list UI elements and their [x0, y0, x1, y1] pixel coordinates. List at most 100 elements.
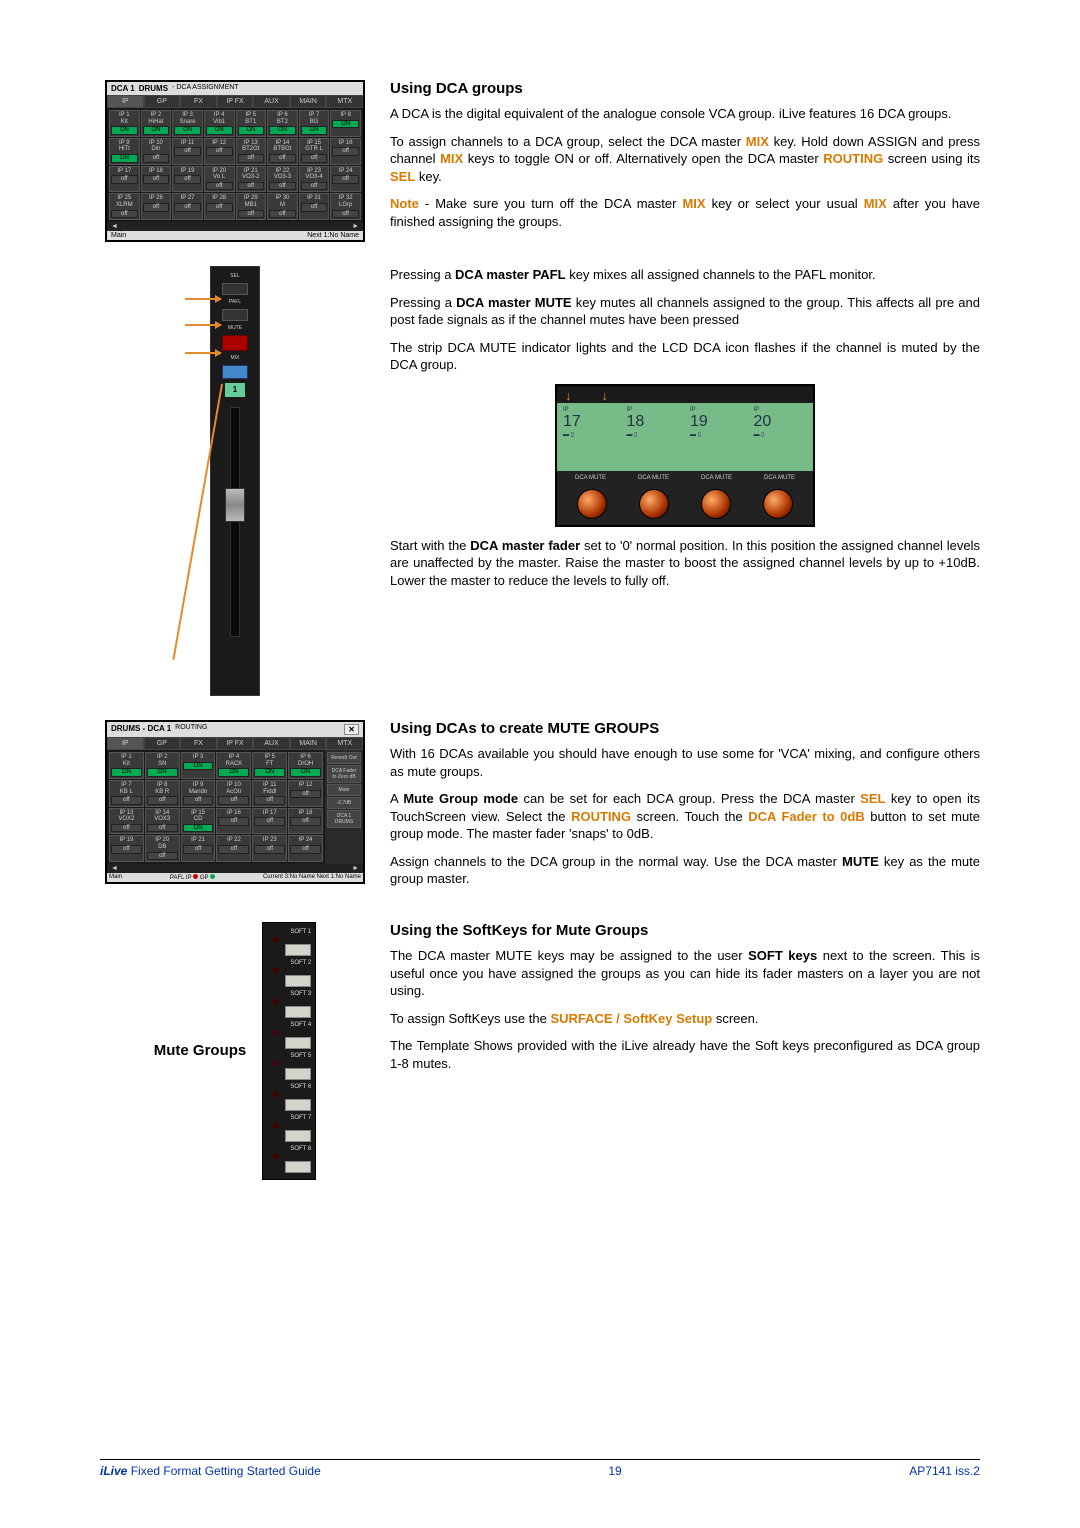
tab-ip[interactable]: IP: [107, 95, 144, 108]
channel-cell[interactable]: IP 19off: [109, 835, 144, 862]
tab-mtx[interactable]: MTX: [326, 95, 363, 108]
channel-cell[interactable]: IP 26off: [141, 193, 172, 220]
channel-cell[interactable]: IP 14VOX3off: [145, 808, 180, 835]
tab-ipfx[interactable]: IP FX: [217, 95, 254, 108]
channel-cell[interactable]: IP 20DBoff: [145, 835, 180, 862]
channel-cell[interactable]: IP 8KB Roff: [145, 780, 180, 807]
tab-fx[interactable]: FX: [180, 737, 217, 750]
channel-cell[interactable]: IP 23off: [252, 835, 287, 862]
channel-cell[interactable]: IP 22off: [216, 835, 251, 862]
channel-cell[interactable]: IP 11off: [172, 138, 203, 165]
softkey-button[interactable]: [285, 1099, 311, 1111]
channel-cell[interactable]: IP 16off: [330, 138, 361, 165]
arrow-mute-icon: [185, 352, 221, 354]
knob-icon[interactable]: [763, 489, 793, 519]
channel-cell[interactable]: IP 5FTON: [252, 752, 287, 779]
softkey-button[interactable]: [285, 1161, 311, 1173]
channel-cell[interactable]: IP 17off: [252, 808, 287, 835]
channel-cell[interactable]: IP 14BTBGtoff: [267, 138, 298, 165]
softkey-button[interactable]: [285, 944, 311, 956]
channel-cell[interactable]: IP 24off: [288, 835, 323, 862]
channel-cell[interactable]: IP 30Moff: [267, 193, 298, 220]
pafl-button[interactable]: [222, 309, 248, 321]
tab-aux[interactable]: AUX: [253, 737, 290, 750]
channel-cell[interactable]: IP 22VO3-3off: [267, 166, 298, 193]
knob-icon[interactable]: [577, 489, 607, 519]
channel-cell[interactable]: IP 4RACKON: [216, 752, 251, 779]
channel-cell[interactable]: IP 17off: [109, 166, 140, 193]
knob-icon[interactable]: [701, 489, 731, 519]
tab-mtx[interactable]: MTX: [326, 737, 363, 750]
channel-cell[interactable]: IP 13VOX2off: [109, 808, 144, 835]
channel-cell[interactable]: IP 2SNON: [145, 752, 180, 779]
softkey-button[interactable]: [285, 1006, 311, 1018]
channel-cell[interactable]: IP 18off: [141, 166, 172, 193]
tab-main[interactable]: MAIN: [290, 737, 327, 750]
channel-cell[interactable]: IP 3ON: [181, 752, 216, 779]
channel-cell[interactable]: IP 4Vib1ON: [204, 110, 235, 137]
channel-cell[interactable]: IP 1KitON: [109, 110, 140, 137]
mute-button[interactable]: [222, 335, 248, 351]
channel-cell[interactable]: IP 16off: [216, 808, 251, 835]
dca-mute-label: DCA MUTE: [624, 475, 683, 481]
channel-cell[interactable]: IP 15GTR Loff: [299, 138, 330, 165]
fader-number: 1: [225, 383, 245, 397]
channel-cell[interactable]: IP 8ON: [330, 110, 361, 137]
tab-gp[interactable]: GP: [144, 737, 181, 750]
tab-fx[interactable]: FX: [180, 95, 217, 108]
led-icon: [273, 999, 278, 1004]
channel-cell[interactable]: IP 9Mandooff: [181, 780, 216, 807]
fader-track[interactable]: [230, 407, 240, 637]
channel-cell[interactable]: IP 5BT1ON: [236, 110, 267, 137]
channel-cell[interactable]: IP 31off: [299, 193, 330, 220]
para-1: A DCA is the digital equivalent of the a…: [390, 105, 980, 123]
channel-cell[interactable]: IP 27off: [172, 193, 203, 220]
channel-cell[interactable]: IP 12off: [288, 780, 323, 807]
tab-gp[interactable]: GP: [144, 95, 181, 108]
softkey-button[interactable]: [285, 1037, 311, 1049]
mix-button[interactable]: [222, 365, 248, 379]
softkey-button[interactable]: [285, 975, 311, 987]
channel-cell[interactable]: IP 24off: [330, 166, 361, 193]
routing-footer-right: Current 3:No Name Next 1:No Name: [263, 874, 361, 881]
knob-icon[interactable]: [639, 489, 669, 519]
channel-cell[interactable]: IP 7BGON: [299, 110, 330, 137]
side-button[interactable]: -2.7dB: [327, 797, 361, 809]
channel-cell[interactable]: IP 1KitON: [109, 752, 144, 779]
tab-main[interactable]: MAIN: [290, 95, 327, 108]
fader-cap[interactable]: [225, 488, 245, 522]
channel-cell[interactable]: IP 7KB Loff: [109, 780, 144, 807]
channel-cell[interactable]: IP 32LGrpoff: [330, 193, 361, 220]
side-button[interactable]: Mute: [327, 784, 361, 796]
channel-cell[interactable]: IP 23VO3-4off: [299, 166, 330, 193]
softkey-button[interactable]: [285, 1130, 311, 1142]
channel-cell[interactable]: IP 6BT2ON: [267, 110, 298, 137]
sel-button[interactable]: [222, 283, 248, 295]
channel-cell[interactable]: IP 19off: [172, 166, 203, 193]
channel-cell[interactable]: IP 28off: [204, 193, 235, 220]
channel-cell[interactable]: IP 21off: [181, 835, 216, 862]
channel-cell[interactable]: IP 25XLRMoff: [109, 193, 140, 220]
channel-cell[interactable]: IP 20Vo Loff: [204, 166, 235, 193]
channel-cell[interactable]: IP 6DrOHON: [288, 752, 323, 779]
close-icon[interactable]: ✕: [344, 724, 359, 735]
channel-cell[interactable]: IP 18off: [288, 808, 323, 835]
tab-ip[interactable]: IP: [107, 737, 144, 750]
side-button[interactable]: Reverb Out: [327, 752, 361, 764]
channel-cell[interactable]: IP 15CDON: [181, 808, 216, 835]
channel-cell[interactable]: IP 21VO3-2off: [236, 166, 267, 193]
side-button[interactable]: DCA 1 DRUMS: [327, 810, 361, 828]
channel-cell[interactable]: IP 9HiTtON: [109, 138, 140, 165]
channel-cell[interactable]: IP 2HiHatON: [141, 110, 172, 137]
side-button[interactable]: DCA Fader to Zero dB: [327, 765, 361, 783]
channel-cell[interactable]: IP 3SnareON: [172, 110, 203, 137]
tab-aux[interactable]: AUX: [253, 95, 290, 108]
channel-cell[interactable]: IP 12off: [204, 138, 235, 165]
channel-cell[interactable]: IP 29MB1off: [236, 193, 267, 220]
softkey-button[interactable]: [285, 1068, 311, 1080]
channel-cell[interactable]: IP 10AcGtroff: [216, 780, 251, 807]
channel-cell[interactable]: IP 10Dinoff: [141, 138, 172, 165]
tab-ipfx[interactable]: IP FX: [217, 737, 254, 750]
channel-cell[interactable]: IP 11Fiddloff: [252, 780, 287, 807]
channel-cell[interactable]: IP 13BT2Gtoff: [236, 138, 267, 165]
